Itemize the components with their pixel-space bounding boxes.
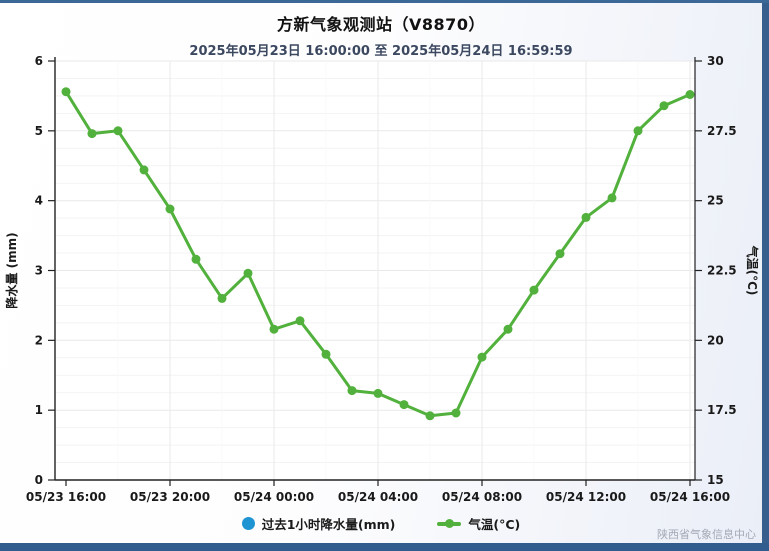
svg-text:4: 4 <box>35 194 43 208</box>
svg-text:5: 5 <box>35 124 43 138</box>
svg-text:05/24 00:00: 05/24 00:00 <box>234 490 314 504</box>
svg-text:2: 2 <box>35 333 43 347</box>
precipitation-legend-label: 过去1小时降水量(mm) <box>261 517 396 532</box>
svg-text:25: 25 <box>707 194 724 208</box>
legend-item-temperature[interactable]: 气温(°C) <box>437 514 520 533</box>
svg-text:气温(°C): 气温(°C) <box>745 245 760 296</box>
svg-text:05/24 04:00: 05/24 04:00 <box>338 490 418 504</box>
window-right-border <box>762 3 769 551</box>
svg-text:05/24 16:00: 05/24 16:00 <box>650 490 730 504</box>
svg-text:22.5: 22.5 <box>707 264 737 278</box>
svg-text:05/24 08:00: 05/24 08:00 <box>442 490 522 504</box>
svg-text:降水量 (mm): 降水量 (mm) <box>4 232 19 308</box>
svg-text:05/23 20:00: 05/23 20:00 <box>130 490 210 504</box>
temperature-legend-marker-icon <box>437 519 462 528</box>
svg-text:6: 6 <box>35 54 43 68</box>
weather-station-chart-window: 方新气象观测站（V8870） 2025年05月23日 16:00:00 至 20… <box>0 0 769 551</box>
legend-item-precipitation[interactable]: 过去1小时降水量(mm) <box>241 514 396 533</box>
temperature-line-chart: 0 1 2 3 4 5 6 15 17.5 20 22.5 25 27.5 30 05/23 16:00 05… <box>4 54 760 504</box>
legend: 过去1小时降水量(mm) 气温(°C) <box>0 514 762 533</box>
svg-text:30: 30 <box>707 54 724 68</box>
temperature-legend-label: 气温(°C) <box>468 517 521 532</box>
page-title: 方新气象观测站（V8870） <box>277 15 485 34</box>
watermark: 陕西省气象信息中心 <box>657 528 756 541</box>
svg-text:15: 15 <box>707 473 724 487</box>
svg-text:20: 20 <box>707 333 724 347</box>
svg-text:1: 1 <box>35 403 43 417</box>
svg-text:05/24 12:00: 05/24 12:00 <box>546 490 626 504</box>
window-bottom-border <box>0 543 769 551</box>
svg-text:0: 0 <box>35 473 43 487</box>
svg-text:17.5: 17.5 <box>707 403 737 417</box>
precipitation-legend-marker-icon <box>241 517 255 530</box>
svg-text:3: 3 <box>35 264 43 278</box>
svg-text:27.5: 27.5 <box>707 124 737 138</box>
svg-text:05/23 16:00: 05/23 16:00 <box>26 490 106 504</box>
